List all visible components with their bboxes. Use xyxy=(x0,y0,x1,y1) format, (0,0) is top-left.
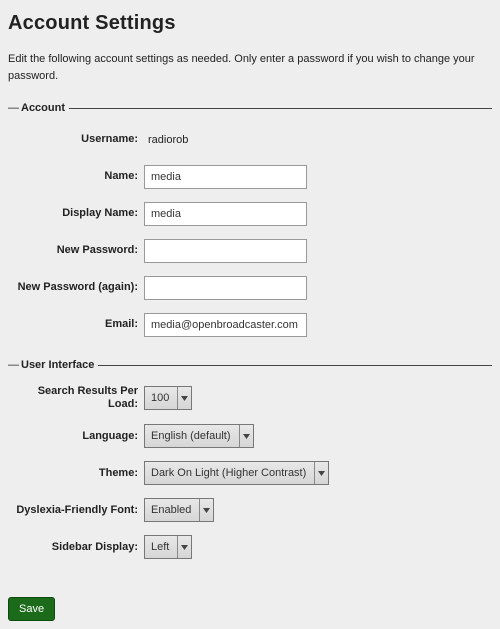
new-password-input[interactable] xyxy=(144,239,307,263)
new-password-again-label: New Password (again): xyxy=(8,281,144,294)
language-label: Language: xyxy=(8,430,144,443)
account-legend: Account xyxy=(21,102,65,114)
chevron-down-icon xyxy=(177,387,191,409)
account-legend-row: — Account xyxy=(8,102,492,114)
sidebar-display-label: Sidebar Display: xyxy=(8,541,144,554)
chevron-down-icon xyxy=(199,499,213,521)
dyslexia-font-label: Dyslexia-Friendly Font: xyxy=(8,504,144,517)
new-password-label: New Password: xyxy=(8,244,144,257)
username-value: radiorob xyxy=(144,134,188,146)
theme-select[interactable]: Dark On Light (Higher Contrast) xyxy=(144,461,329,485)
dyslexia-font-select[interactable]: Enabled xyxy=(144,498,214,522)
save-button[interactable]: Save xyxy=(8,597,55,621)
results-per-load-value: 100 xyxy=(145,392,177,404)
chevron-down-icon xyxy=(239,425,253,447)
display-name-label: Display Name: xyxy=(8,207,144,220)
chevron-down-icon xyxy=(177,536,191,558)
ui-legend-row: — User Interface xyxy=(8,359,492,371)
theme-value: Dark On Light (Higher Contrast) xyxy=(145,467,314,479)
language-select[interactable]: English (default) xyxy=(144,424,254,448)
display-name-input[interactable] xyxy=(144,202,307,226)
results-per-load-label: Search Results Per Load: xyxy=(8,385,144,411)
page-title: Account Settings xyxy=(8,12,492,35)
dyslexia-font-value: Enabled xyxy=(145,504,199,516)
results-per-load-select[interactable]: 100 xyxy=(144,386,192,410)
legend-dash: — xyxy=(8,359,19,371)
username-label: Username: xyxy=(8,133,144,146)
email-input[interactable] xyxy=(144,313,307,337)
email-label: Email: xyxy=(8,318,144,331)
account-fieldset: — Account Username: radiorob Name: Displ… xyxy=(8,102,492,337)
chevron-down-icon xyxy=(314,462,328,484)
legend-line xyxy=(98,365,492,366)
legend-line xyxy=(69,108,492,109)
sidebar-display-value: Left xyxy=(145,541,177,553)
name-label: Name: xyxy=(8,170,144,183)
legend-dash: — xyxy=(8,102,19,114)
sidebar-display-select[interactable]: Left xyxy=(144,535,192,559)
theme-label: Theme: xyxy=(8,467,144,480)
language-value: English (default) xyxy=(145,430,239,442)
page-description: Edit the following account settings as n… xyxy=(8,51,492,84)
ui-legend: User Interface xyxy=(21,359,94,371)
new-password-again-input[interactable] xyxy=(144,276,307,300)
ui-fieldset: — User Interface Search Results Per Load… xyxy=(8,359,492,559)
name-input[interactable] xyxy=(144,165,307,189)
